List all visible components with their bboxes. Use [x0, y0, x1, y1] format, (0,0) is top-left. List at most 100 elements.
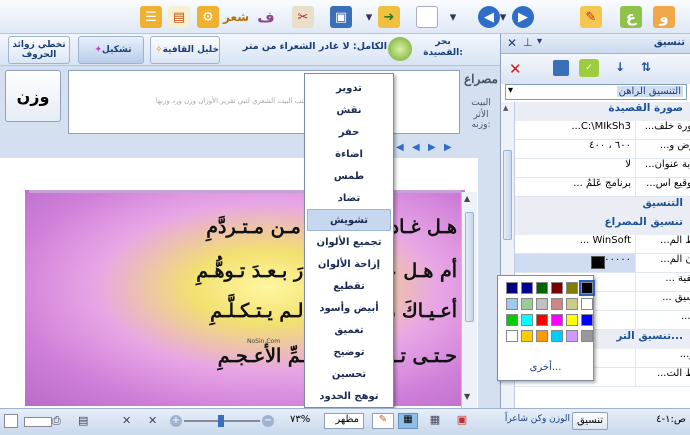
menu-item-1[interactable]: نقش	[307, 99, 391, 121]
panel-scroll-thumb[interactable]	[503, 150, 512, 240]
color-swatch[interactable]	[536, 330, 548, 342]
property-value[interactable]: لا	[515, 159, 635, 177]
menu-item-7[interactable]: تجميع الألوان	[307, 231, 391, 253]
category-format[interactable]: التنسيق⊟	[515, 197, 690, 216]
property-value[interactable]: ٦٠٠ ، ٤٠٠	[515, 140, 635, 158]
menu-item-5[interactable]: تضاد	[307, 187, 391, 209]
export-icon[interactable]: ☰	[140, 6, 162, 28]
property-row[interactable]: صورة خلف...C:\MIkSh3...	[515, 121, 690, 140]
verse-input[interactable]: اكتب البيت الشعري لتبي تقرير الأوزان وزن…	[68, 70, 460, 134]
view-select[interactable]: مظهر	[324, 413, 364, 429]
color-swatch[interactable]	[581, 330, 593, 342]
first-page-icon[interactable]: ◀	[396, 142, 406, 154]
menu-item-8[interactable]: إزاحة الألوان	[307, 253, 391, 275]
color-swatch[interactable]	[551, 314, 563, 326]
format-icon[interactable]: ف	[255, 6, 277, 28]
tools-icon[interactable]: ✂	[292, 6, 314, 28]
category-poem_image[interactable]: صورة القصيدة⊟	[515, 102, 690, 121]
menu-item-14[interactable]: توهج الحدود	[307, 385, 391, 407]
panel-close-icon[interactable]: ✕	[507, 36, 517, 50]
format-tab[interactable]: تنسيق	[572, 412, 608, 430]
poetry-icon[interactable]: شعر	[223, 6, 249, 28]
poem-image[interactable]: هـل غـادرَ الشُّعـراءُ مـن مـتـردَّمِ أم…	[25, 190, 465, 406]
color-swatch[interactable]	[581, 298, 593, 310]
property-row[interactable]: التوقيع أس...برنامج عَلَمُ ...	[515, 178, 690, 197]
property-row[interactable]: لون الم...٠٠٠٠٠٠	[515, 254, 690, 273]
color-swatch[interactable]	[566, 298, 578, 310]
more-colors-link[interactable]: أخرى...	[498, 362, 593, 376]
document-pdf-icon[interactable]: ▣	[452, 413, 472, 429]
close-view-icon[interactable]: ✕	[122, 414, 136, 428]
brush-icon[interactable]: ✎	[372, 413, 394, 429]
wazn-button[interactable]: وزن	[5, 70, 61, 122]
new-doc-dropdown-icon[interactable]: ▾	[446, 9, 460, 25]
color-swatch[interactable]	[506, 330, 518, 342]
color-swatch[interactable]	[581, 314, 593, 326]
color-swatch[interactable]	[521, 330, 533, 342]
theme-select[interactable]: ▾ التنسيق الراهن	[505, 84, 687, 100]
forward-icon[interactable]: ▶	[512, 6, 534, 28]
scroll-down-icon[interactable]: ▼	[464, 392, 475, 404]
open-dropdown-icon[interactable]: ▾	[362, 9, 376, 25]
fit-icon[interactable]: ✕	[148, 414, 162, 428]
open-folder-icon[interactable]: ➜	[378, 6, 400, 28]
menu-item-0[interactable]: تدوير	[307, 77, 391, 99]
menu-item-3[interactable]: اضاءة	[307, 143, 391, 165]
zoom-out-icon[interactable]	[4, 414, 18, 428]
property-value[interactable]: ٠٠٠٠٠٠	[515, 254, 635, 272]
property-row[interactable]: عرض و...٦٠٠ ، ٤٠٠	[515, 140, 690, 159]
property-row[interactable]: كتابة عنوان...لا	[515, 159, 690, 178]
color-swatch[interactable]	[506, 282, 518, 294]
image-effects-icon[interactable]: ▦	[398, 413, 418, 429]
prev-page-icon[interactable]: ◀	[412, 142, 422, 154]
color-swatch[interactable]	[566, 314, 578, 326]
menu-item-12[interactable]: توضيح	[307, 341, 391, 363]
wazn-logo-icon[interactable]: ✎	[580, 6, 602, 28]
property-value[interactable]: WinSoft ...	[515, 235, 635, 253]
color-swatch[interactable]	[506, 298, 518, 310]
menu-item-9[interactable]: تقطيع	[307, 275, 391, 297]
panel-dropdown-icon[interactable]: ▾	[537, 36, 542, 47]
zoom-in-icon[interactable]: +	[170, 415, 182, 427]
zoom-slider-thumb[interactable]	[218, 415, 224, 427]
property-row[interactable]: خط الم...WinSoft ...	[515, 235, 690, 254]
color-swatch[interactable]	[566, 282, 578, 294]
canvas-scrollbar[interactable]: ▲ ▼	[461, 192, 477, 408]
color-swatch[interactable]	[521, 282, 533, 294]
print-icon[interactable]: ⎙	[52, 414, 66, 428]
new-doc-icon[interactable]	[416, 6, 438, 28]
sort-az-icon[interactable]: ⇅	[641, 60, 651, 74]
export-pdf-icon[interactable]: ▤	[78, 414, 92, 428]
color-swatch[interactable]	[536, 314, 548, 326]
color-swatch[interactable]	[566, 330, 578, 342]
scroll-up-icon[interactable]: ▲	[464, 194, 475, 206]
last-page-icon[interactable]: ▶	[444, 142, 454, 154]
property-value[interactable]: برنامج عَلَمُ ...	[515, 178, 635, 196]
color-swatch[interactable]	[551, 298, 563, 310]
tashkeel-button[interactable]: ✦ تشكيل	[78, 36, 144, 64]
color-swatch[interactable]	[521, 314, 533, 326]
scroll-thumb[interactable]	[465, 212, 474, 322]
sort-desc-icon[interactable]: ↓	[615, 60, 625, 74]
color-swatch[interactable]	[579, 280, 595, 296]
color-swatch[interactable]	[551, 330, 563, 342]
settings-icon[interactable]: ⚙	[197, 6, 219, 28]
panel-save-icon[interactable]	[553, 60, 569, 76]
grid-icon[interactable]: ▦	[424, 413, 446, 429]
menu-item-2[interactable]: حفر	[307, 121, 391, 143]
zoom-out-button-icon[interactable]: −	[262, 415, 274, 427]
remove-letter-extras-button[interactable]: تخطي زوائد الحروف	[8, 36, 70, 64]
qafiya-button[interactable]: ✧ خليل القافية	[150, 36, 220, 64]
back-dropdown-icon[interactable]: ▾	[496, 9, 510, 25]
color-swatch[interactable]	[551, 282, 563, 294]
apply-icon[interactable]: ✓	[579, 59, 599, 77]
menu-item-6[interactable]: تشويش	[307, 209, 391, 231]
page-field[interactable]	[24, 417, 52, 427]
panel-pin-icon[interactable]: ⊥	[523, 36, 533, 49]
document-icon[interactable]: ▤	[168, 6, 190, 28]
color-value-swatch[interactable]	[591, 256, 605, 269]
next-page-icon[interactable]: ▶	[428, 142, 438, 154]
menu-item-13[interactable]: تحسين	[307, 363, 391, 385]
menu-item-10[interactable]: أبيض وأسود	[307, 297, 391, 319]
menu-item-11[interactable]: تغميق	[307, 319, 391, 341]
